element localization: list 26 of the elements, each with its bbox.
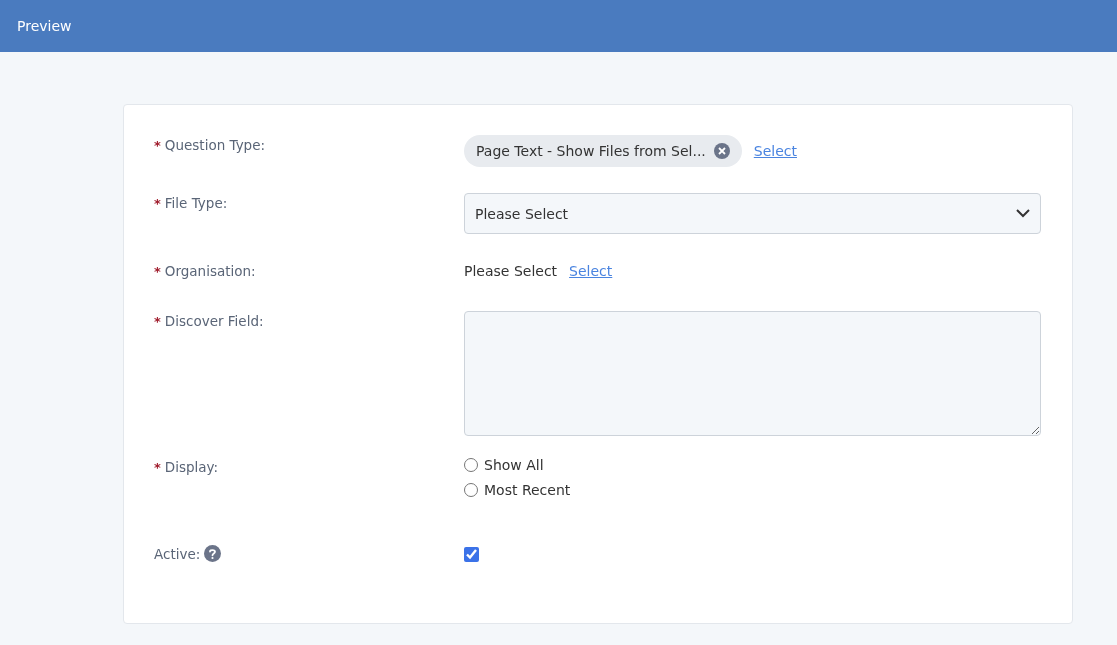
- active-checkbox[interactable]: [464, 547, 479, 562]
- radio-button[interactable]: [464, 483, 478, 497]
- select-link[interactable]: Select: [569, 263, 613, 279]
- field-label: Question Type:: [164, 137, 266, 153]
- select-link[interactable]: Select: [753, 143, 797, 159]
- required-mark: *: [154, 263, 161, 279]
- required-mark: *: [154, 313, 161, 329]
- file-type-select[interactable]: Please Select: [464, 193, 1041, 234]
- required-mark: *: [154, 459, 161, 475]
- field-label: File Type:: [164, 195, 228, 211]
- field-label: Display:: [164, 459, 219, 475]
- field-label: Discover Field:: [164, 313, 264, 329]
- radio-label: Show All: [484, 457, 544, 473]
- organisation-value: Please Select: [464, 263, 558, 279]
- required-mark: *: [154, 195, 161, 211]
- discover-field-input[interactable]: [464, 311, 1041, 436]
- help-icon[interactable]: [204, 545, 222, 562]
- radio-button[interactable]: [464, 458, 478, 472]
- question-type-chip: Page Text - Show Files from Sel...: [464, 135, 742, 167]
- chevron-down-icon: [1016, 209, 1030, 218]
- header-title: Preview: [17, 18, 72, 34]
- field-label: Active:: [154, 545, 201, 562]
- remove-icon[interactable]: [713, 143, 730, 159]
- required-mark: *: [154, 137, 161, 153]
- radio-label: Most Recent: [484, 482, 571, 498]
- field-label: Organisation:: [164, 263, 256, 279]
